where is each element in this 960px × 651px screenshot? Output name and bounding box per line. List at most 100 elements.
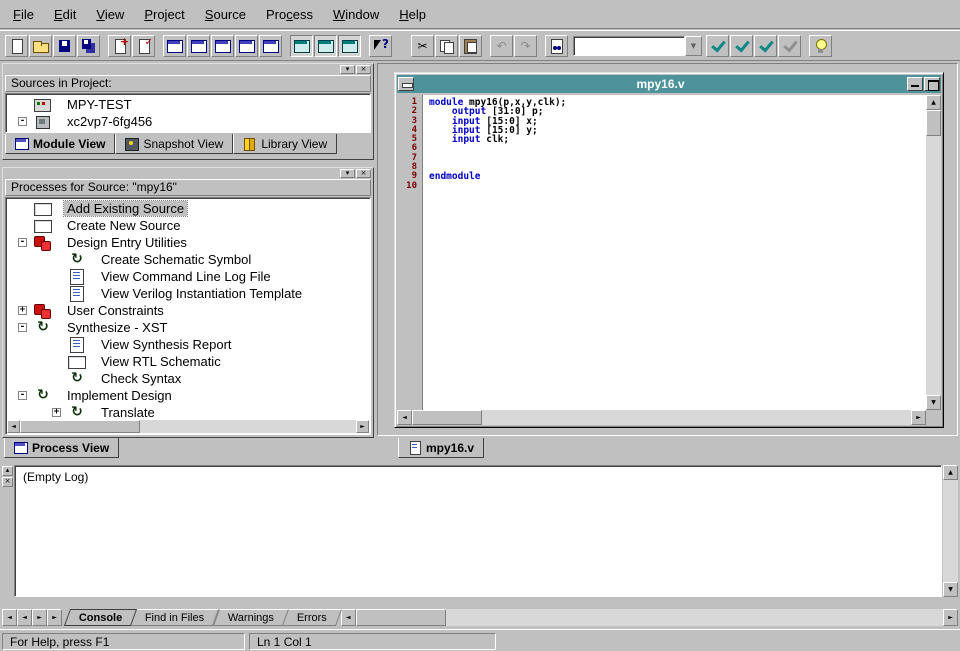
tree-expander[interactable]: - [18, 323, 27, 332]
scroll-up-icon[interactable]: ▲ [926, 95, 941, 110]
panel-dock-button[interactable]: ▾ [340, 169, 355, 178]
process-item-add-existing-source[interactable]: Add Existing Source [6, 200, 370, 217]
editor-titlebar[interactable]: mpy16.v [397, 75, 941, 93]
menu-file[interactable]: File [3, 3, 44, 26]
scrollbar-thumb[interactable] [356, 609, 446, 626]
copy-button[interactable] [435, 35, 458, 57]
cut-button[interactable]: ✂ [411, 35, 434, 57]
menu-window[interactable]: Window [323, 3, 389, 26]
open-file-button[interactable] [29, 35, 52, 57]
process-item-implement-design[interactable]: -↻Implement Design [6, 387, 370, 404]
process-item-translate[interactable]: +↻Translate [6, 404, 370, 421]
scrollbar-track[interactable] [446, 609, 943, 626]
layout-view-1-button[interactable] [290, 35, 313, 57]
layout-view-3-button[interactable] [338, 35, 361, 57]
console-tab-find-in-files[interactable]: Find in Files [130, 609, 219, 626]
toggle-processes-window-button[interactable] [187, 35, 210, 57]
menu-source[interactable]: Source [195, 3, 256, 26]
process-item-create-schematic-symbol[interactable]: ↻Create Schematic Symbol [6, 251, 370, 268]
tab-mpy16-v[interactable]: mpy16.v [398, 438, 484, 458]
add-copy-of-source-button[interactable] [132, 35, 155, 57]
menu-help[interactable]: Help [389, 3, 436, 26]
verify-button[interactable] [754, 35, 777, 57]
console-log[interactable]: (Empty Log) [14, 465, 942, 597]
process-item-view-synthesis-report[interactable]: View Synthesis Report [6, 336, 370, 353]
menu-project[interactable]: Project [134, 3, 194, 26]
toggle-transcript-window-button[interactable] [211, 35, 234, 57]
lightbulb-button[interactable] [809, 35, 832, 57]
tab-scroll-last-button[interactable]: ► [47, 609, 62, 626]
new-file-button[interactable] [5, 35, 28, 57]
scroll-right-icon[interactable]: ► [911, 410, 926, 425]
undo-button[interactable]: ↶ [490, 35, 513, 57]
process-item-view-rtl-schematic[interactable]: View RTL Schematic [6, 353, 370, 370]
paste-button[interactable] [459, 35, 482, 57]
process-item-view-command-line-log-file[interactable]: View Command Line Log File [6, 268, 370, 285]
tree-expander[interactable]: + [18, 306, 27, 315]
tree-expander[interactable]: - [18, 238, 27, 247]
scroll-down-icon[interactable]: ▼ [926, 395, 941, 410]
menu-process[interactable]: Process [256, 3, 323, 26]
toggle-library-window-button[interactable] [259, 35, 282, 57]
processes-panel-gripper[interactable]: ▾ × [3, 168, 373, 179]
tab-scroll-first-button[interactable]: ◄ [2, 609, 17, 626]
console-horizontal-scrollbar[interactable]: ◄ ► [341, 609, 958, 626]
console-tab-errors[interactable]: Errors [282, 609, 342, 626]
tree-expander[interactable]: - [18, 117, 27, 126]
process-item-design-entry-utilities[interactable]: -Design Entry Utilities [6, 234, 370, 251]
panel-close-button[interactable]: × [356, 169, 371, 178]
scroll-right-icon[interactable]: ► [943, 609, 958, 626]
console-vertical-scrollbar[interactable]: ▲ ▼ [943, 465, 958, 597]
goto-next-button[interactable] [730, 35, 753, 57]
panel-dock-button[interactable]: ▴ [2, 466, 13, 476]
scroll-up-icon[interactable]: ▲ [943, 465, 958, 480]
scroll-left-icon[interactable]: ◄ [7, 420, 20, 433]
add-source-button[interactable] [108, 35, 131, 57]
sources-panel-gripper[interactable]: ▾ × [3, 64, 373, 75]
window-system-menu-button[interactable] [398, 77, 414, 91]
code-editor[interactable]: module mpy16(p,x,y,clk); output [31:0] p… [424, 95, 926, 410]
window-maximize-button[interactable] [924, 77, 940, 91]
source-item-xc2vp7-6fg456[interactable]: -xc2vp7-6fg456 [6, 113, 370, 130]
scroll-right-icon[interactable]: ► [356, 420, 369, 433]
find-dropdown-button[interactable]: ▼ [685, 36, 702, 56]
redo-button[interactable]: ↷ [514, 35, 537, 57]
panel-close-button[interactable]: × [356, 65, 371, 74]
panel-close-button[interactable]: × [2, 477, 13, 487]
find-in-files-button[interactable] [545, 35, 568, 57]
goto-previous-button[interactable] [706, 35, 729, 57]
source-item-mpy-test[interactable]: MPY-TEST [6, 96, 370, 113]
save-all-button[interactable] [77, 35, 100, 57]
process-item-create-new-source[interactable]: Create New Source [6, 217, 370, 234]
context-help-button[interactable] [369, 35, 392, 57]
scrollbar-track[interactable] [482, 410, 911, 425]
console-tab-warnings[interactable]: Warnings [213, 609, 289, 626]
scroll-left-icon[interactable]: ◄ [341, 609, 356, 626]
scrollbar-track[interactable] [140, 420, 356, 433]
scrollbar-thumb[interactable] [412, 410, 482, 425]
process-item-user-constraints[interactable]: +User Constraints [6, 302, 370, 319]
tab-scroll-next-button[interactable]: ► [32, 609, 47, 626]
toggle-sources-window-button[interactable] [163, 35, 186, 57]
tab-snapshot-view[interactable]: Snapshot View [115, 134, 233, 154]
tab-library-view[interactable]: Library View [233, 134, 337, 154]
tab-scroll-prev-button[interactable]: ◄ [17, 609, 32, 626]
editor-horizontal-scrollbar[interactable]: ◄ ► [397, 410, 926, 425]
save-button[interactable] [53, 35, 76, 57]
editor-vertical-scrollbar[interactable]: ▲ ▼ [926, 95, 941, 410]
menu-view[interactable]: View [86, 3, 134, 26]
panel-dock-button[interactable]: ▾ [340, 65, 355, 74]
tab-module-view[interactable]: Module View [5, 134, 115, 154]
console-tab-console[interactable]: Console [64, 609, 138, 626]
scroll-left-icon[interactable]: ◄ [397, 410, 412, 425]
process-tree-horizontal-scrollbar[interactable]: ◄► [7, 420, 369, 433]
process-item-check-syntax[interactable]: ↻Check Syntax [6, 370, 370, 387]
toggle-snapshot-window-button[interactable] [235, 35, 258, 57]
process-item-view-verilog-instantiation-template[interactable]: View Verilog Instantiation Template [6, 285, 370, 302]
menu-edit[interactable]: Edit [44, 3, 86, 26]
layout-view-2-button[interactable] [314, 35, 337, 57]
scrollbar-thumb[interactable] [20, 420, 140, 433]
process-item-synthesize-xst[interactable]: -↻Synthesize - XST [6, 319, 370, 336]
verify-all-button[interactable] [778, 35, 801, 57]
find-input[interactable] [573, 36, 685, 56]
